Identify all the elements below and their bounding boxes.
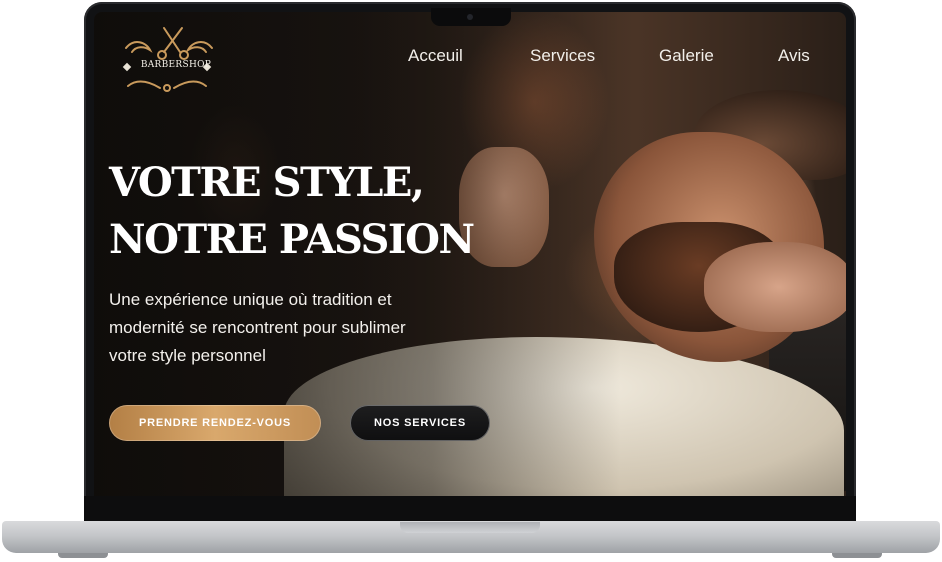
hero-subtitle-line-3: votre style personnel [109,346,266,365]
laptop-bezel-bottom [84,496,856,524]
hero-title-line-2: NOTRE PASSION [109,216,475,263]
laptop-foot-left [58,553,108,558]
book-appointment-button[interactable]: PRENDRE RENDEZ-VOUS [109,405,321,441]
laptop-thumb-notch [400,522,540,533]
logo-text: BARBERSHOP [140,60,212,70]
nav-services[interactable]: Services [530,46,595,66]
barbershop-logo[interactable]: BARBERSHOP [116,20,216,96]
laptop-foot-right [832,553,882,558]
camera-notch [431,8,511,26]
nav-avis[interactable]: Avis [778,46,810,66]
hero-subtitle: Une expérience unique où tradition et mo… [109,286,479,370]
hero-title: VOTRE STYLE, NOTRE PASSION [109,154,529,268]
scissors-emblem-icon [122,27,213,92]
our-services-button[interactable]: NOS SERVICES [350,405,490,441]
website-screen: BARBERSHOP Acceuil Services Galerie Avis… [94,12,846,496]
hero-subtitle-line-1: Une expérience unique où tradition et [109,290,392,309]
camera-icon [467,14,473,20]
hero-subtitle-line-2: modernité se rencontrent pour sublimer [109,318,406,337]
hero-title-line-1: VOTRE STYLE, [109,159,425,206]
nav-acceuil[interactable]: Acceuil [408,46,463,66]
nav-galerie[interactable]: Galerie [659,46,714,66]
